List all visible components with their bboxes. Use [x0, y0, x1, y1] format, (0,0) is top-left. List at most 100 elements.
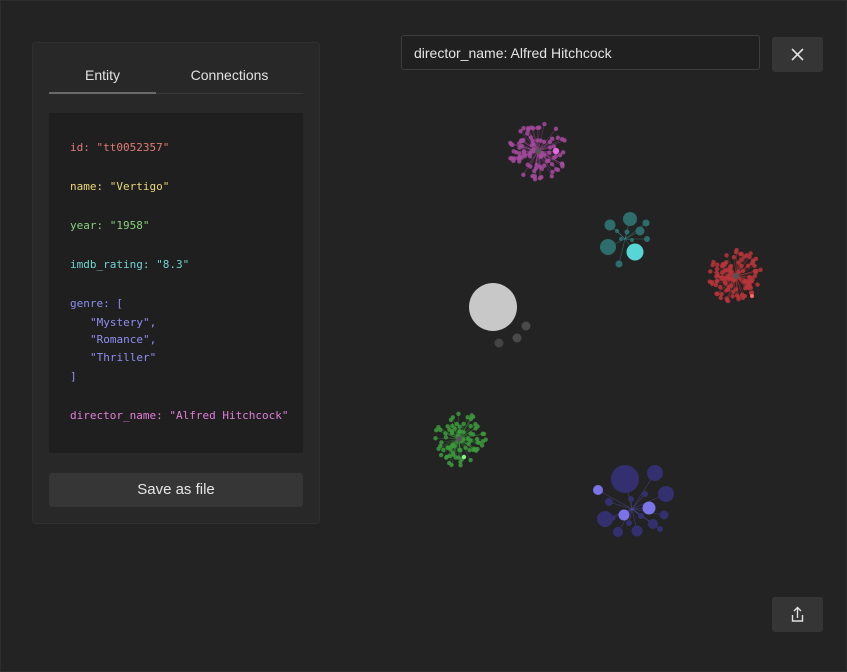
cluster-purple-node[interactable]	[521, 172, 526, 178]
cluster-blue-node[interactable]	[647, 465, 663, 481]
cluster-green-node[interactable]	[475, 446, 480, 452]
cluster-red-node[interactable]	[746, 278, 752, 283]
cluster-green-node[interactable]	[456, 411, 461, 417]
cluster-purple-node[interactable]	[549, 136, 555, 141]
connected-node[interactable]	[521, 321, 531, 331]
cluster-green-node[interactable]	[449, 429, 455, 434]
cluster-blue-node[interactable]	[628, 496, 634, 502]
cluster-blue-node[interactable]	[618, 509, 630, 521]
search-input[interactable]	[401, 35, 760, 70]
cluster-red-node[interactable]	[724, 253, 729, 258]
cluster-green-node[interactable]	[479, 443, 485, 448]
cluster-red-node[interactable]	[742, 254, 747, 259]
tab-connections[interactable]: Connections	[156, 57, 303, 93]
cluster-red-node[interactable]	[752, 273, 758, 279]
cluster-green-node[interactable]	[481, 431, 487, 437]
cluster-teal-node[interactable]	[604, 219, 616, 231]
cluster-blue-node[interactable]	[642, 491, 648, 497]
cluster-red-node[interactable]	[734, 247, 739, 253]
cluster-teal-node[interactable]	[635, 226, 645, 236]
cluster-purple-node[interactable]	[517, 151, 522, 156]
cluster-red-node[interactable]	[750, 259, 756, 265]
cluster-purple-node[interactable]	[508, 140, 513, 146]
cluster-teal-node[interactable]	[624, 229, 630, 235]
cluster-purple-node[interactable]	[531, 126, 536, 131]
tab-entity[interactable]: Entity	[49, 57, 156, 94]
cluster-red-node[interactable]	[724, 296, 729, 301]
cluster-purple-node[interactable]	[508, 156, 513, 161]
cluster-purple-node[interactable]	[559, 161, 565, 166]
cluster-purple-node[interactable]	[518, 128, 523, 134]
cluster-purple-node[interactable]	[518, 138, 524, 143]
cluster-blue-node[interactable]	[605, 498, 613, 506]
cluster-red-node[interactable]	[722, 280, 728, 285]
cluster-green-node[interactable]	[439, 440, 444, 445]
cluster-green-node[interactable]	[457, 447, 462, 453]
cluster-red-node[interactable]	[730, 294, 735, 299]
cluster-teal-node[interactable]	[623, 212, 637, 226]
cluster-teal-node[interactable]	[615, 260, 623, 268]
cluster-purple-node[interactable]	[542, 152, 547, 157]
cluster-blue-node[interactable]	[659, 510, 669, 520]
graph-canvas[interactable]	[331, 91, 847, 631]
cluster-blue-node[interactable]	[631, 525, 643, 537]
cluster-teal-node[interactable]	[626, 243, 644, 261]
cluster-purple-node[interactable]	[511, 149, 516, 154]
cluster-green-node[interactable]	[465, 436, 471, 441]
cluster-blue-node[interactable]	[613, 527, 623, 537]
connected-node[interactable]	[494, 338, 504, 348]
cluster-green-node[interactable]	[463, 445, 468, 451]
cluster-green-node[interactable]	[433, 436, 438, 441]
cluster-red-node[interactable]	[707, 269, 713, 274]
cluster-teal-node[interactable]	[619, 237, 623, 241]
cluster-red-node[interactable]	[720, 262, 725, 267]
cluster-blue-node[interactable]	[642, 501, 656, 515]
cluster-purple-node[interactable]	[549, 174, 555, 179]
cluster-red-node[interactable]	[734, 293, 740, 298]
cluster-teal-node[interactable]	[615, 229, 619, 233]
cluster-purple-node[interactable]	[532, 177, 538, 182]
cluster-green-node[interactable]	[467, 448, 472, 453]
cluster-green-node[interactable]	[447, 453, 453, 459]
selected-movie-node[interactable]	[469, 283, 517, 331]
cluster-blue-node[interactable]	[610, 515, 616, 521]
cluster-green-node[interactable]	[457, 424, 463, 429]
cluster-red-node[interactable]	[752, 263, 757, 268]
cluster-purple-node[interactable]	[550, 169, 555, 175]
cluster-green-node[interactable]	[448, 447, 453, 452]
cluster-red-node[interactable]	[719, 291, 724, 297]
cluster-green-node[interactable]	[483, 437, 488, 442]
cluster-blue-node[interactable]	[657, 526, 663, 532]
cluster-purple-node[interactable]	[542, 163, 547, 168]
cluster-red-node[interactable]	[709, 279, 714, 285]
cluster-purple-node[interactable]	[535, 125, 540, 130]
cluster-red-node[interactable]	[713, 282, 719, 288]
cluster-red-node[interactable]	[758, 267, 763, 273]
cluster-green-node[interactable]	[434, 427, 439, 433]
cluster-blue-node[interactable]	[597, 511, 613, 527]
cluster-red-node[interactable]	[718, 295, 723, 301]
cluster-teal-node[interactable]	[600, 239, 616, 255]
cluster-blue-node[interactable]	[638, 513, 644, 519]
cluster-purple-node[interactable]	[553, 126, 559, 132]
cluster-green-node[interactable]	[470, 414, 476, 419]
cluster-green-node[interactable]	[453, 455, 459, 460]
cluster-red-node[interactable]	[731, 254, 737, 260]
close-button[interactable]	[772, 37, 823, 72]
cluster-red-node[interactable]	[728, 263, 734, 269]
cluster-green-node[interactable]	[448, 417, 454, 423]
cluster-purple-hub[interactable]	[535, 148, 541, 154]
cluster-red-node[interactable]	[714, 274, 719, 279]
cluster-red-node[interactable]	[748, 285, 754, 291]
cluster-blue-node[interactable]	[648, 519, 658, 529]
cluster-purple-node[interactable]	[539, 175, 544, 180]
cluster-teal-node[interactable]	[644, 236, 650, 242]
cluster-red-node[interactable]	[710, 262, 715, 268]
cluster-blue-node[interactable]	[611, 465, 639, 493]
cluster-green-node[interactable]	[436, 446, 441, 451]
cluster-red-node[interactable]	[755, 282, 760, 287]
cluster-green-hub[interactable]	[456, 436, 462, 442]
cluster-purple-node[interactable]	[525, 131, 530, 136]
cluster-green-node[interactable]	[468, 423, 473, 429]
cluster-teal-node[interactable]	[630, 238, 634, 242]
